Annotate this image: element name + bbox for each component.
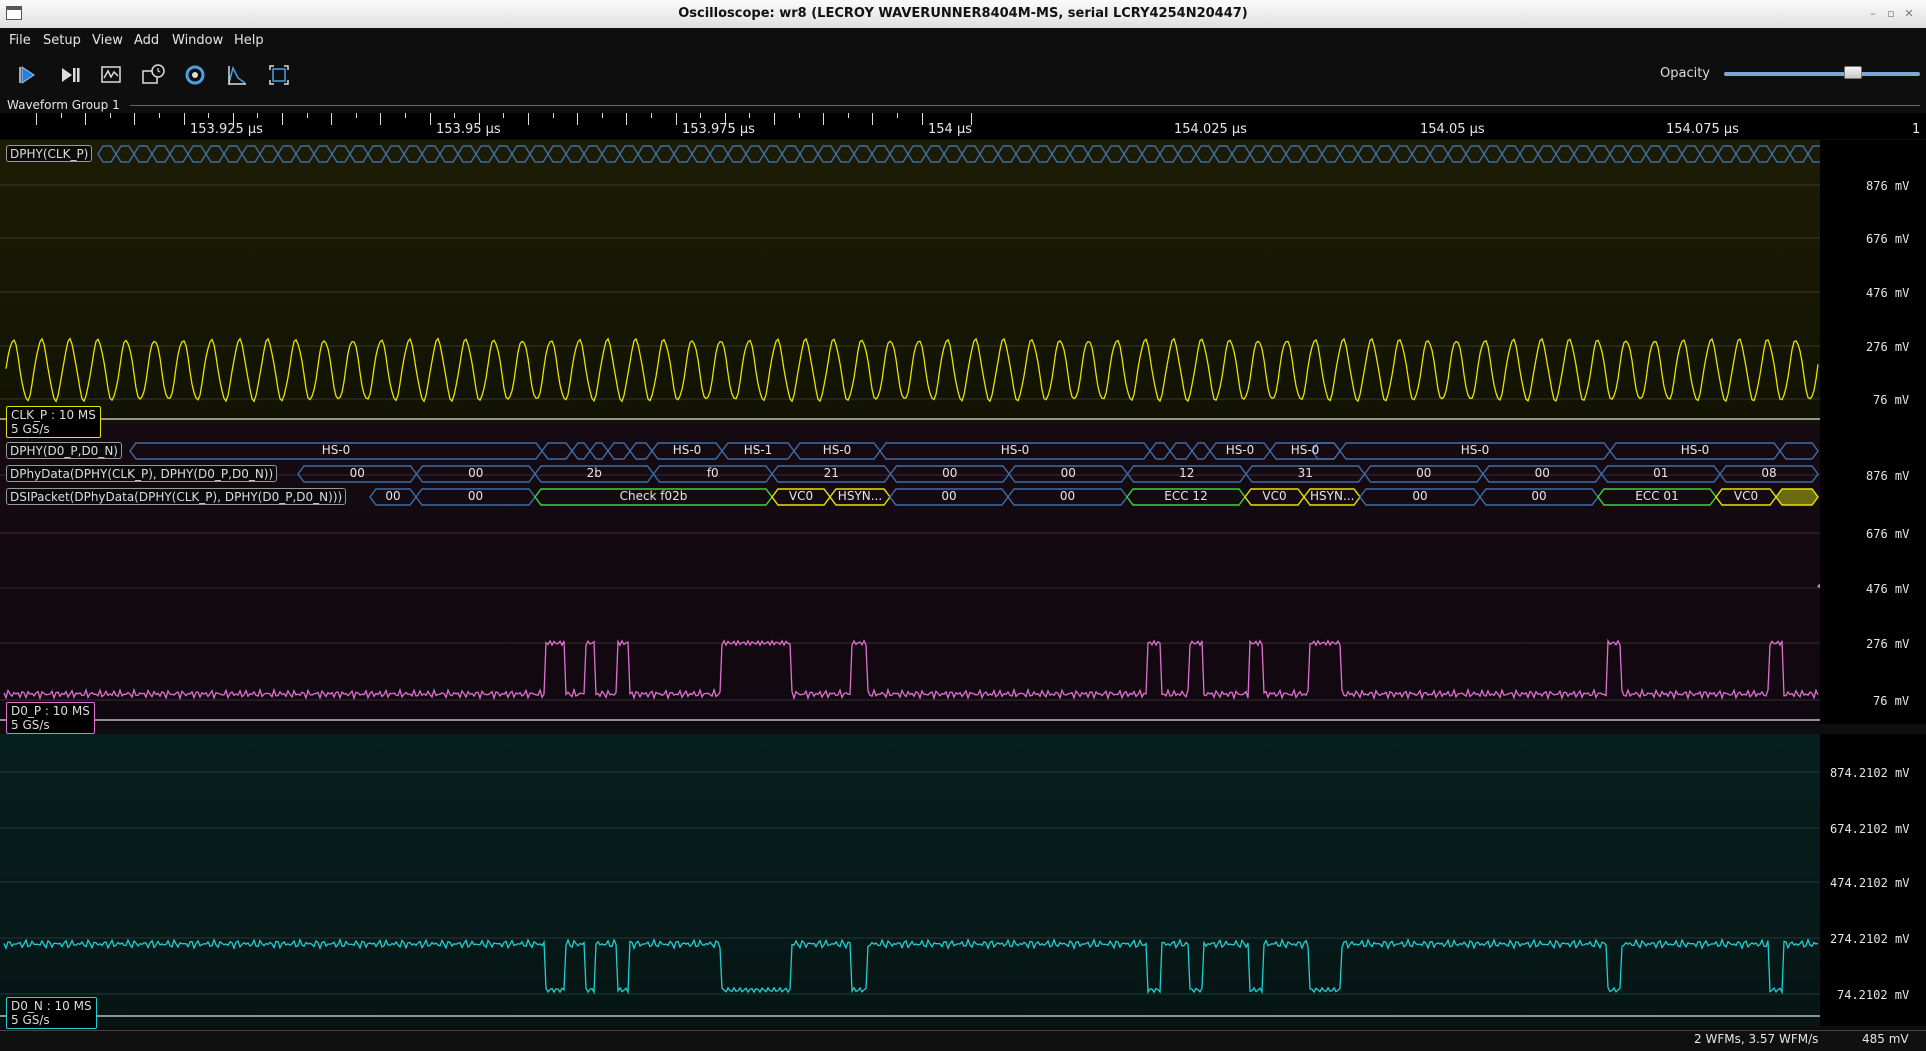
dphy-short-segment [1169,442,1193,460]
dsipacket-segment-text: ECC 12 [1164,489,1208,503]
d0n-channel-rate: 5 GS/s [11,1013,50,1027]
axis-label: 74.2102 mV [1837,988,1910,1002]
d0p-waveform-trace [3,638,1819,701]
dphy-segment-text: HS-1 [743,443,773,457]
dsipacket-segment-text: HSYN... [837,489,883,503]
dphy-segment-text: HS-0 [1000,443,1030,457]
d0n-waveform-trace [3,937,1819,995]
dsipacket-segment-text: 00 [1412,489,1428,503]
dphy-decode-label[interactable]: DPHY(D0_P,D0_N) [6,442,122,459]
status-bar [0,1030,1926,1051]
axis-label: 474.2102 mV [1830,876,1910,890]
dsipacket-decode-label[interactable]: DSIPacket(DPhyData(DPHY(CLK_P), DPHY(D0_… [6,488,347,505]
axis-label: 674.2102 mV [1830,822,1910,836]
d0p-channel-name: D0_P : 10 MS [11,704,90,718]
dphy-short-segment [1191,442,1211,460]
dsipacket-segment-text: 00 [1059,489,1076,503]
dphydata-segment-text: 2b [586,466,602,480]
clk-channel-name: CLK_P : 10 MS [11,408,96,422]
dsipacket-segment-text: 00 [941,489,957,503]
dsipacket-segment-text: 00 [467,489,484,503]
dphy-segment-text: HS-0 [1460,443,1490,457]
dsipacket-segment-text: VC0 [1733,489,1759,503]
dphy-short-segment [629,442,653,460]
dphy-segment-text: HS-0 [1225,443,1255,457]
dphydata-segment-text: 00 [1060,466,1076,480]
dphy-short-segment [607,442,631,460]
dsipacket-segment-text: ECC 01 [1635,489,1679,503]
dphydata-segment-text: 12 [1179,466,1195,480]
dphydata-segment-text: 21 [823,466,839,480]
dphy-segment-text: HS-0 [822,443,852,457]
dphy-short-segment [571,442,591,460]
dphy-short-segment [1149,442,1171,460]
axis-label: 276 mV [1866,340,1910,354]
minimize-icon[interactable]: – [1866,7,1880,21]
d0n-channel-name: D0_N : 10 MS [11,999,92,1013]
dphydata-segment-text: 00 [942,466,958,480]
axis-label: 76 mV [1873,694,1910,708]
close-icon[interactable]: ✕ [1902,7,1916,21]
dsipacket-segment-text: Check f02b [619,489,688,503]
axis-label: 76 mV [1873,393,1910,407]
dphydata-segment-text: 01 [1653,466,1669,480]
d0p-trigger-marker [1817,583,1820,589]
dphydata-segment-text: 00 [1534,466,1550,480]
dphydata-segment-text: 08 [1761,466,1777,480]
axis-label: 276 mV [1866,637,1910,651]
clk-decode-symbols [97,145,1820,163]
status-wfm-rate: 2 WFMs, 3.57 WFM/s [1694,1032,1819,1046]
dphydata-decode-label[interactable]: DPhyData(DPHY(CLK_P), DPHY(D0_P,D0_N)) [6,465,278,482]
dphydata-segment-text: 31 [1297,466,1313,480]
dsipacket-segment-text: HSYN... [1310,489,1354,503]
timeline-label: 1 [1912,122,1921,137]
opacity-slider-handle[interactable] [1844,66,1862,79]
clk-channel-rate: 5 GS/s [11,422,50,436]
dphydata-segment-text: 00 [349,466,365,480]
maximize-icon[interactable]: ▫ [1884,7,1898,21]
d0p-channel-rate: 5 GS/s [11,718,50,732]
axis-label: 874.2102 mV [1830,766,1910,780]
axis-label: 876 mV [1866,179,1910,193]
clk-protocol-label[interactable]: DPHY(CLK_P) [6,145,93,162]
clk-channel-label[interactable]: CLK_P : 10 MS 5 GS/s [6,406,101,438]
dsipacket-segment-text: VC0 [1262,489,1287,503]
waveform-canvas [0,145,1820,1017]
dphy-segment-text: HS-0 [672,443,702,457]
axis-label: 476 mV [1866,286,1910,300]
dphy-segment-text: HS-0 [1680,443,1710,457]
dphydata-segment-text: f0 [706,466,719,480]
dsipacket-segment-text: VC0 [788,489,814,503]
dphy-segment-text: HS-0 [321,443,351,457]
axis-label: 676 mV [1866,232,1910,246]
d0n-channel-label[interactable]: D0_N : 10 MS 5 GS/s [6,997,97,1029]
dphydata-segment-text: 00 [1416,466,1432,480]
dphy-short-segment [589,442,609,460]
axis-label: 876 mV [1866,469,1910,483]
dphy-short-segment [1779,442,1819,460]
axis-label: 676 mV [1866,527,1910,541]
dphydata-segment-text: 00 [468,466,484,480]
dphy-segment-text: HS-0 [1290,443,1320,457]
d0p-channel-label[interactable]: D0_P : 10 MS 5 GS/s [6,702,95,734]
dsipacket-segment-text: 00 [1531,489,1547,503]
dphy-short-segment [541,442,573,460]
dsipacket-segment [1775,488,1819,506]
axis-label: 476 mV [1866,582,1910,596]
status-cursor-value: 485 mV [1862,1032,1909,1046]
axis-label: 274.2102 mV [1830,932,1910,946]
dsipacket-segment-text: 00 [385,489,401,503]
clk-waveform-trace [5,337,1819,403]
